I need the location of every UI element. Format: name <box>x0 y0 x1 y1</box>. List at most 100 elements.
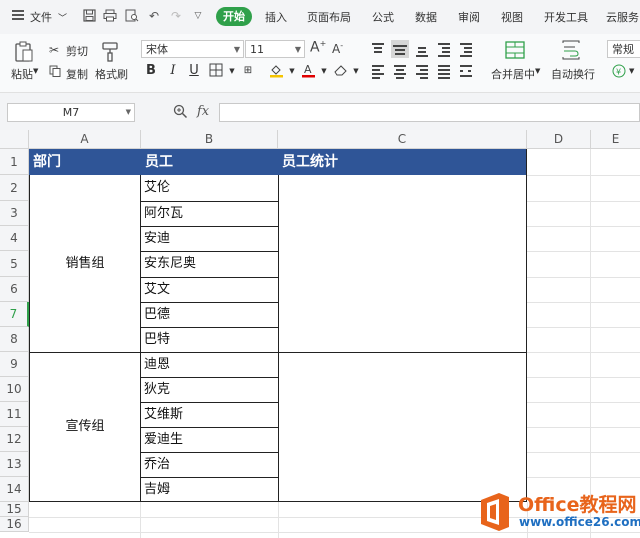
row-header-11[interactable]: 11 <box>0 402 29 427</box>
copy-icon[interactable] <box>49 65 61 80</box>
column-header-b[interactable]: B <box>141 130 278 148</box>
employee-cell[interactable]: 安迪 <box>141 226 278 251</box>
employee-cell[interactable]: 巴德 <box>141 302 278 327</box>
wrap-text-icon[interactable] <box>561 40 581 63</box>
row-header-1[interactable]: 1 <box>0 149 29 175</box>
name-box[interactable]: M7 ▼ <box>7 103 135 122</box>
column-header-a[interactable]: A <box>29 130 141 148</box>
row-header-8[interactable]: 8 <box>0 327 29 352</box>
format-painter-button[interactable]: 格式刷 <box>95 66 128 82</box>
align-right-icon[interactable] <box>414 63 430 79</box>
column-header-d[interactable]: D <box>527 130 591 148</box>
header-department[interactable]: 部门 <box>29 149 141 175</box>
paste-chevron-down-icon[interactable]: ▼ <box>33 67 38 75</box>
italic-icon[interactable]: I <box>165 63 181 79</box>
stats-cell-sales[interactable] <box>278 175 527 352</box>
redo-icon[interactable]: ↷ <box>169 9 183 23</box>
font-size-chevron-down-icon[interactable]: ▼ <box>295 41 301 59</box>
align-bottom-icon[interactable] <box>414 41 430 57</box>
function-icon[interactable]: fx <box>197 104 209 119</box>
fill-color-icon[interactable] <box>268 63 284 79</box>
currency-icon[interactable]: ¥ <box>612 64 626 81</box>
employee-cell[interactable]: 艾文 <box>141 277 278 302</box>
formula-input[interactable] <box>219 103 640 122</box>
decrease-indent-icon[interactable] <box>436 41 452 57</box>
save-icon[interactable] <box>82 9 96 23</box>
tab-view[interactable]: 视图 <box>501 9 523 25</box>
merge-center-button[interactable]: 合并居中 <box>491 66 535 82</box>
employee-cell[interactable]: 艾维斯 <box>141 402 278 427</box>
name-box-chevron-down-icon[interactable]: ▼ <box>126 104 131 121</box>
format-painter-icon[interactable] <box>101 41 121 66</box>
dept-cell-publicity[interactable]: 宣传组 <box>29 352 141 502</box>
increase-font-icon[interactable]: A+ <box>310 39 326 56</box>
align-top-icon[interactable] <box>370 41 386 57</box>
row-header-2[interactable]: 2 <box>0 175 29 201</box>
employee-cell[interactable]: 乔治 <box>141 452 278 477</box>
print-icon[interactable] <box>103 9 117 23</box>
column-header-c[interactable]: C <box>278 130 527 148</box>
border-chevron-down-icon[interactable]: ▼ <box>224 63 240 79</box>
header-employee[interactable]: 员工 <box>141 149 278 175</box>
dept-cell-sales[interactable]: 销售组 <box>29 175 141 352</box>
row-header-16[interactable]: 16 <box>0 517 29 532</box>
align-center-icon[interactable] <box>392 63 408 79</box>
file-menu[interactable]: 文件 <box>30 9 52 25</box>
row-header-10[interactable]: 10 <box>0 377 29 402</box>
increase-indent-icon[interactable] <box>458 41 474 57</box>
tab-cloud[interactable]: 云服务 <box>606 9 639 25</box>
align-left-icon[interactable] <box>370 63 386 79</box>
employee-cell[interactable]: 阿尔瓦 <box>141 201 278 226</box>
wrap-text-button[interactable]: 自动换行 <box>551 66 595 82</box>
print-preview-icon[interactable] <box>125 9 139 23</box>
eraser-chevron-down-icon[interactable]: ▼ <box>348 63 364 79</box>
tab-developer[interactable]: 开发工具 <box>544 9 588 25</box>
employee-cell[interactable]: 巴特 <box>141 327 278 352</box>
row-header-9[interactable]: 9 <box>0 352 29 377</box>
cell-style-icon[interactable]: ⊞ <box>240 63 256 79</box>
fill-color-chevron-down-icon[interactable]: ▼ <box>284 63 300 79</box>
underline-icon[interactable]: U <box>186 63 202 79</box>
tab-formulas[interactable]: 公式 <box>372 9 394 25</box>
paste-icon[interactable] <box>13 41 35 63</box>
tab-data[interactable]: 数据 <box>415 9 437 25</box>
font-color-icon[interactable]: A <box>300 63 316 79</box>
tab-insert[interactable]: 插入 <box>265 9 287 25</box>
row-header-3[interactable]: 3 <box>0 201 29 226</box>
zoom-find-icon[interactable] <box>173 104 188 122</box>
align-middle-icon[interactable] <box>391 40 409 58</box>
row-header-15[interactable]: 15 <box>0 502 29 517</box>
merge-center-chevron-down-icon[interactable]: ▼ <box>535 67 540 75</box>
number-format-select[interactable]: 常规 <box>607 40 640 58</box>
row-header-5[interactable]: 5 <box>0 251 29 277</box>
decrease-font-icon[interactable]: A- <box>332 41 343 56</box>
hamburger-icon[interactable] <box>12 10 24 20</box>
row-header-12[interactable]: 12 <box>0 427 29 452</box>
copy-button[interactable]: 复制 <box>66 66 88 82</box>
paste-button[interactable]: 粘贴 <box>11 66 33 82</box>
employee-cell[interactable]: 吉姆 <box>141 477 278 502</box>
merge-center-icon[interactable] <box>505 40 525 63</box>
employee-cell[interactable]: 艾伦 <box>141 175 278 201</box>
employee-cell[interactable]: 爱迪生 <box>141 427 278 452</box>
stats-cell-publicity[interactable] <box>278 352 527 502</box>
row-header-13[interactable]: 13 <box>0 452 29 477</box>
header-employee-stats[interactable]: 员工统计 <box>278 149 527 175</box>
tab-review[interactable]: 审阅 <box>458 9 480 25</box>
row-header-6[interactable]: 6 <box>0 277 29 302</box>
employee-cell[interactable]: 安东尼奥 <box>141 251 278 277</box>
eraser-icon[interactable] <box>332 63 348 79</box>
row-header-4[interactable]: 4 <box>0 226 29 251</box>
bold-icon[interactable]: B <box>143 63 159 79</box>
employee-cell[interactable]: 狄克 <box>141 377 278 402</box>
quick-access-chevron-down-icon[interactable]: ▽ <box>191 9 205 23</box>
distributed-align-icon[interactable] <box>458 63 474 79</box>
font-color-chevron-down-icon[interactable]: ▼ <box>316 63 332 79</box>
file-menu-chevron-down-icon[interactable]: ﹀ <box>58 11 67 24</box>
justify-icon[interactable] <box>436 63 452 79</box>
undo-icon[interactable]: ↶ <box>147 9 161 23</box>
tab-start[interactable]: 开始 <box>216 7 252 26</box>
tab-page-layout[interactable]: 页面布局 <box>307 9 351 25</box>
currency-chevron-down-icon[interactable]: ▼ <box>629 67 634 75</box>
row-header-7[interactable]: 7 <box>0 302 29 327</box>
